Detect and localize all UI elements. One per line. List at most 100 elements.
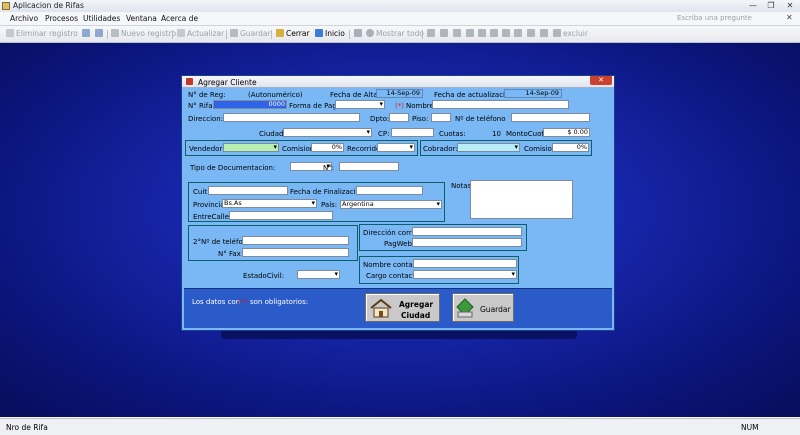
separator — [271, 30, 272, 39]
exclude-icon — [553, 29, 561, 37]
comision2-input[interactable]: 0% — [552, 143, 589, 152]
exclude-button[interactable]: excluir — [563, 29, 588, 38]
notas-textarea[interactable] — [470, 180, 573, 219]
filter-dropdown-icon[interactable] — [490, 29, 498, 37]
nombre-contacto-input[interactable] — [413, 259, 517, 268]
cuit-label: Cuit — [193, 188, 208, 196]
filter-icon[interactable] — [466, 29, 474, 37]
fecha-actualizacion-field: 14-Sep-09 — [504, 89, 562, 98]
cp-input[interactable] — [391, 128, 434, 137]
cargo-contacto-label: Cargo contacto — [366, 272, 420, 280]
filter-form-icon[interactable] — [478, 29, 486, 37]
nreg-label: N° de Reg: — [188, 91, 226, 99]
cargo-contacto-select[interactable] — [413, 270, 517, 279]
cp-label: CP: — [378, 130, 390, 138]
guardar-button[interactable]: Guardar — [452, 293, 514, 322]
window-title: Aplicacion de Rifas — [13, 1, 84, 10]
dpto-label: Dpto: — [370, 115, 390, 123]
direccion-input[interactable] — [223, 113, 360, 122]
menu-procesos[interactable]: Procesos — [45, 14, 78, 23]
direccion-label: Direccion: — [188, 115, 224, 123]
ciudad-label: Ciudad — [259, 130, 284, 138]
fecha-alta-field: 14-Sep-09 — [376, 89, 423, 98]
cut-icon[interactable] — [427, 29, 435, 37]
nombre-input[interactable] — [432, 100, 569, 109]
undo-icon[interactable] — [354, 29, 362, 37]
close-icon[interactable]: ✕ — [781, 0, 799, 11]
home-button[interactable]: Inicio — [325, 29, 345, 38]
cobrador-select[interactable] — [457, 143, 520, 152]
recorrido-select[interactable] — [377, 143, 415, 152]
dialog-title: Agregar Cliente — [198, 78, 257, 87]
telefono2-input[interactable] — [242, 236, 349, 245]
minimize-icon[interactable]: — — [744, 0, 762, 11]
pais-label: País: — [321, 201, 338, 209]
close-form-button[interactable]: Cerrar — [286, 29, 310, 38]
sort-icon[interactable] — [527, 29, 535, 37]
menu-ventana[interactable]: Ventana — [126, 14, 157, 23]
pagweb-label: PagWeb: — [384, 240, 415, 248]
refresh-icon — [177, 29, 185, 37]
telefono-input[interactable] — [511, 113, 590, 122]
cuotas-label: Cuotas: — [439, 130, 466, 138]
agregar-ciudad-button[interactable]: Agregar Ciudad — [365, 293, 440, 322]
sort-descending-icon[interactable] — [514, 29, 522, 37]
fax-label: N° Fax — [218, 250, 241, 258]
estadocivil-select[interactable] — [297, 270, 340, 279]
delete-record-button[interactable]: Eliminar registro — [16, 29, 78, 38]
obligatorios-marker: (*) — [238, 298, 247, 306]
new-record-button[interactable]: Nuevo registro — [121, 29, 176, 38]
ciudad-select[interactable] — [283, 128, 372, 137]
separator — [107, 30, 108, 39]
status-text: Nro de Rifa — [6, 423, 48, 432]
numero-documento-input[interactable] — [339, 162, 399, 171]
dialog-titlebar: Agregar Cliente ✕ — [182, 76, 614, 88]
menu-acerca-de[interactable]: Acerca de — [161, 14, 198, 23]
form-view-icon[interactable] — [82, 29, 90, 37]
menu-archivo[interactable]: Archivo — [10, 14, 38, 23]
datasheet-view-icon[interactable] — [95, 29, 103, 37]
cobrador-label: Cobrador: — [423, 145, 458, 153]
new-record-icon — [111, 29, 119, 37]
piso-input[interactable] — [431, 113, 451, 122]
pais-select[interactable]: Argentina — [340, 200, 442, 209]
estadocivil-label: EstadoCivil: — [243, 272, 285, 280]
search-icon[interactable] — [366, 29, 374, 37]
help-question-input[interactable]: Escriba una pregunte — [677, 14, 777, 23]
dialog-close-icon[interactable]: ✕ — [590, 76, 612, 85]
show-all-button[interactable]: Mostrar todo — [376, 29, 424, 38]
delete-record-icon — [6, 29, 14, 37]
fecha-finalizacion-label: Fecha de Finalizacion — [290, 188, 365, 196]
menu-utilidades[interactable]: Utilidades — [83, 14, 120, 23]
filter-apply-icon[interactable] — [540, 29, 548, 37]
maximize-icon[interactable]: ❐ — [762, 0, 780, 11]
close-form-icon — [276, 29, 284, 37]
cuit-input[interactable] — [208, 186, 288, 195]
fax-input[interactable] — [242, 248, 349, 257]
save-toolbar-button[interactable]: Guardar — [240, 29, 271, 38]
menu-close-icon[interactable]: ✕ — [786, 13, 793, 22]
fecha-finalizacion-input[interactable] — [356, 186, 423, 195]
vendedor-select[interactable] — [223, 143, 279, 152]
binoculars-icon[interactable] — [453, 29, 461, 37]
separator — [422, 30, 423, 39]
numero-label: N°: — [323, 164, 335, 172]
pagweb-input[interactable] — [412, 238, 522, 247]
provincia-select[interactable]: Bs.As — [222, 199, 317, 208]
rifa-number-input[interactable]: 0000 — [213, 100, 287, 109]
entrecalles-input[interactable] — [229, 211, 333, 220]
separator — [226, 30, 227, 39]
forma-pago-select[interactable] — [335, 100, 385, 109]
correo-input[interactable] — [412, 227, 522, 236]
montocuota-input[interactable]: $ 0.00 — [543, 128, 590, 137]
separator — [349, 30, 350, 39]
sort-ascending-icon[interactable] — [502, 29, 510, 37]
save-disk-icon — [456, 298, 474, 318]
refresh-button[interactable]: Actualizar — [187, 29, 224, 38]
comision-input[interactable]: 0% — [311, 143, 344, 152]
save-icon — [230, 29, 238, 37]
agregar-cliente-dialog: Agregar Cliente ✕ N° de Reg: (Autonuméri… — [181, 75, 615, 331]
dpto-input[interactable] — [389, 113, 409, 122]
home-icon — [315, 29, 323, 37]
copy-icon[interactable] — [440, 29, 448, 37]
